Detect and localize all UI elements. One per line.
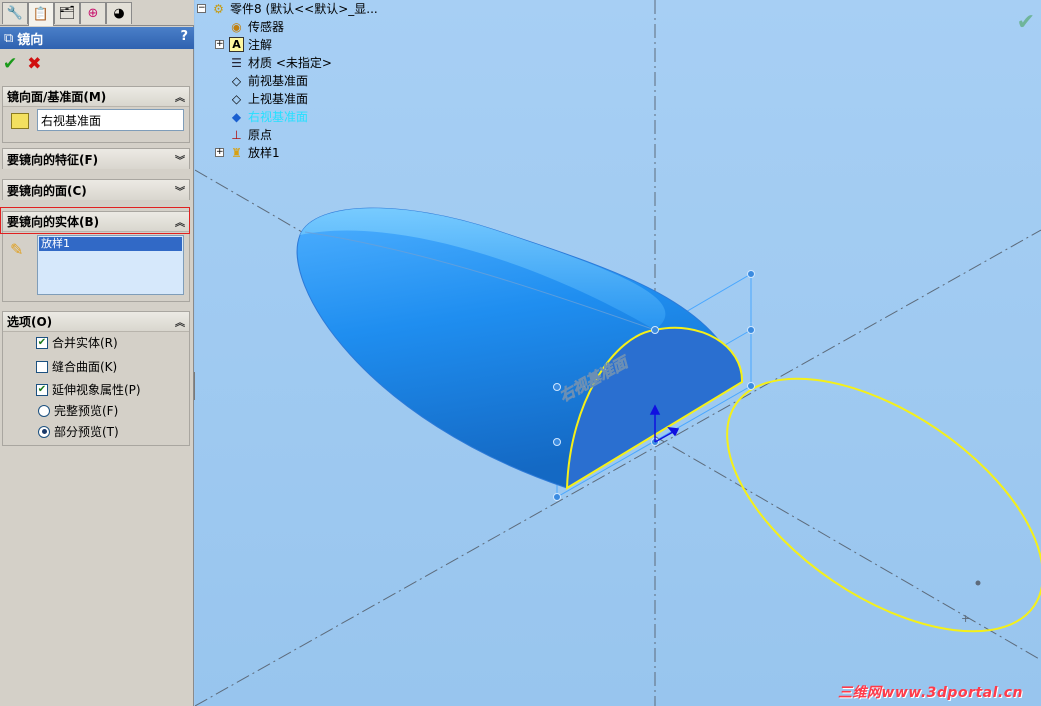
partial-preview-radio[interactable]: [38, 425, 50, 438]
tree-item-label: 材质 <未指定>: [248, 56, 332, 70]
cancel-button[interactable]: ✖: [27, 54, 41, 74]
loft-body[interactable]: [296, 207, 744, 490]
tree-item-origin[interactable]: ⊥ 原点: [229, 126, 272, 143]
group-bodies-label: 要镜向的实体(B): [7, 215, 100, 229]
dimxpert-tab[interactable]: ⊕: [80, 2, 106, 24]
page-title: 镜向: [17, 32, 44, 48]
plane-icon: ◆: [231, 109, 242, 124]
group-options-header[interactable]: 选项(O) ︽: [3, 312, 189, 332]
tree-item-top-plane[interactable]: ◇ 上视基准面: [229, 90, 308, 107]
partial-preview-label: 部分预览(T): [54, 425, 119, 439]
group-mirror-plane-header[interactable]: 镜向面/基准面(M) ︽: [3, 87, 189, 107]
material-icon: ☰: [231, 55, 242, 70]
tree-item-right-plane[interactable]: ◆ 右视基准面: [229, 108, 308, 125]
expand-icon[interactable]: +: [215, 148, 224, 157]
tree-item-label: 上视基准面: [248, 92, 309, 106]
body-selector-icon: ✎: [10, 240, 24, 259]
chevron-down-icon: ︾: [175, 186, 185, 198]
group-faces-to-mirror: 要镜向的面(C) ︾: [2, 179, 190, 200]
featuremanager-icon: 🔧: [6, 6, 24, 21]
tree-item-label: 原点: [248, 128, 273, 142]
tree-item-label: 注解: [248, 38, 273, 52]
tree-item-label: 前视基准面: [248, 74, 309, 88]
origin-icon: ⊥: [231, 127, 242, 142]
watermark: 三维网www.3dportal.cn: [837, 685, 1023, 701]
tree-item-front-plane[interactable]: ◇ 前视基准面: [229, 72, 308, 89]
chevron-down-icon: ︾: [175, 155, 185, 167]
propertymanager-icon: 📋: [32, 7, 50, 22]
group-bodies-to-mirror: 要镜向的实体(B) ︽ ✎ 放样1: [2, 211, 190, 302]
dimxpert-icon: ⊕: [87, 6, 99, 21]
merge-solids-label: 合并实体(R): [52, 336, 118, 350]
plane-selector-icon: [11, 113, 29, 129]
tree-item-annotations[interactable]: A 注解: [229, 36, 272, 53]
group-features-header[interactable]: 要镜向的特征(F) ︾: [3, 149, 189, 169]
expand-icon[interactable]: +: [215, 40, 224, 49]
full-preview-radio-row[interactable]: 完整预览(F): [38, 402, 118, 419]
chevron-up-icon: ︽: [175, 318, 185, 329]
annotation-icon: A: [229, 37, 244, 52]
ok-button[interactable]: ✔: [3, 54, 17, 74]
chevron-up-icon: ︽: [175, 218, 185, 229]
knit-surfaces-checkbox[interactable]: [36, 360, 48, 373]
full-preview-radio[interactable]: [38, 404, 50, 417]
model-scene: 右视基准面 +: [195, 0, 1041, 706]
loft-icon: ♜: [231, 145, 242, 160]
group-faces-header[interactable]: 要镜向的面(C) ︾: [3, 180, 189, 200]
mirror-icon: ⧉: [4, 30, 14, 46]
tree-item-label: 传感器: [248, 20, 285, 34]
merge-solids-checkbox[interactable]: ✔: [36, 336, 48, 349]
partial-preview-radio-row[interactable]: 部分预览(T): [38, 423, 119, 440]
propertymanager-tab[interactable]: 📋: [28, 2, 54, 26]
tree-collapse-icon[interactable]: −: [197, 4, 206, 13]
propagate-visual-checkbox[interactable]: ✔: [36, 383, 48, 396]
group-bodies-header[interactable]: 要镜向的实体(B) ︽: [3, 212, 189, 232]
sensor-icon: ◉: [231, 19, 242, 34]
group-mirror-plane: 镜向面/基准面(M) ︽ 右视基准面: [2, 86, 190, 143]
action-bar: ✔ ✖: [0, 52, 194, 76]
knit-surfaces-label: 缝合曲面(K): [52, 360, 118, 374]
list-item[interactable]: 放样1: [39, 237, 182, 251]
tree-item-sensors[interactable]: ◉ 传感器: [229, 18, 284, 35]
confirmation-corner-checkmark-icon[interactable]: ✔: [1017, 10, 1035, 35]
featuremanager-tab[interactable]: 🔧: [2, 2, 28, 24]
plane-icon: ◇: [231, 73, 242, 88]
graphics-viewport[interactable]: 右视基准面 + − ⚙ 零件8 (默认<<默认>_显... ◉ 传感器 + A …: [195, 0, 1041, 706]
property-manager-panel: 🔧 📋 🗂 ⊕ ◕ ⧉ 镜向 ? ✔ ✖ 镜向面/基准面(M) ︽ 右视基准面 …: [0, 0, 194, 706]
full-preview-label: 完整预览(F): [54, 404, 119, 418]
configuration-tab[interactable]: 🗂: [54, 2, 80, 24]
sketch-point: [975, 580, 981, 586]
display-manager-tab[interactable]: ◕: [106, 2, 132, 24]
center-mark-icon: +: [961, 612, 970, 625]
chevron-up-icon: ︽: [175, 93, 185, 104]
bodies-list[interactable]: 放样1: [37, 235, 184, 295]
plane-icon: ◇: [231, 91, 242, 106]
propagate-visual-checkbox-row[interactable]: ✔ 延伸视象属性(P): [36, 381, 141, 398]
panel-tab-strip: 🔧 📋 🗂 ⊕ ◕: [0, 0, 194, 26]
group-faces-label: 要镜向的面(C): [7, 183, 87, 198]
configuration-icon: 🗂: [58, 6, 76, 21]
tree-item-loft1[interactable]: ♜ 放样1: [229, 144, 280, 161]
group-features-to-mirror: 要镜向的特征(F) ︾: [2, 148, 190, 169]
display-icon: ◕: [113, 6, 125, 21]
group-mirror-plane-label: 镜向面/基准面(M): [7, 90, 107, 104]
tree-root-part[interactable]: ⚙ 零件8 (默认<<默认>_显...: [211, 0, 378, 17]
property-manager-header: ⧉ 镜向 ?: [0, 27, 194, 49]
tree-item-label: 放样1: [248, 146, 280, 160]
x-icon: ✖: [27, 54, 42, 74]
checkmark-icon: ✔: [3, 54, 18, 74]
mirror-plane-field[interactable]: 右视基准面: [37, 109, 184, 131]
tree-root-label: 零件8 (默认<<默认>_显...: [230, 2, 378, 16]
knit-surfaces-checkbox-row[interactable]: 缝合曲面(K): [36, 358, 117, 375]
part-icon: ⚙: [213, 1, 224, 16]
tree-item-label: 右视基准面: [248, 110, 309, 124]
group-options-label: 选项(O): [7, 315, 53, 329]
propagate-visual-label: 延伸视象属性(P): [52, 383, 141, 397]
tree-item-material[interactable]: ☰ 材质 <未指定>: [229, 54, 332, 71]
group-features-label: 要镜向的特征(F): [7, 152, 99, 167]
merge-solids-checkbox-row[interactable]: ✔ 合并实体(R): [36, 334, 118, 351]
help-button[interactable]: ?: [180, 29, 188, 44]
